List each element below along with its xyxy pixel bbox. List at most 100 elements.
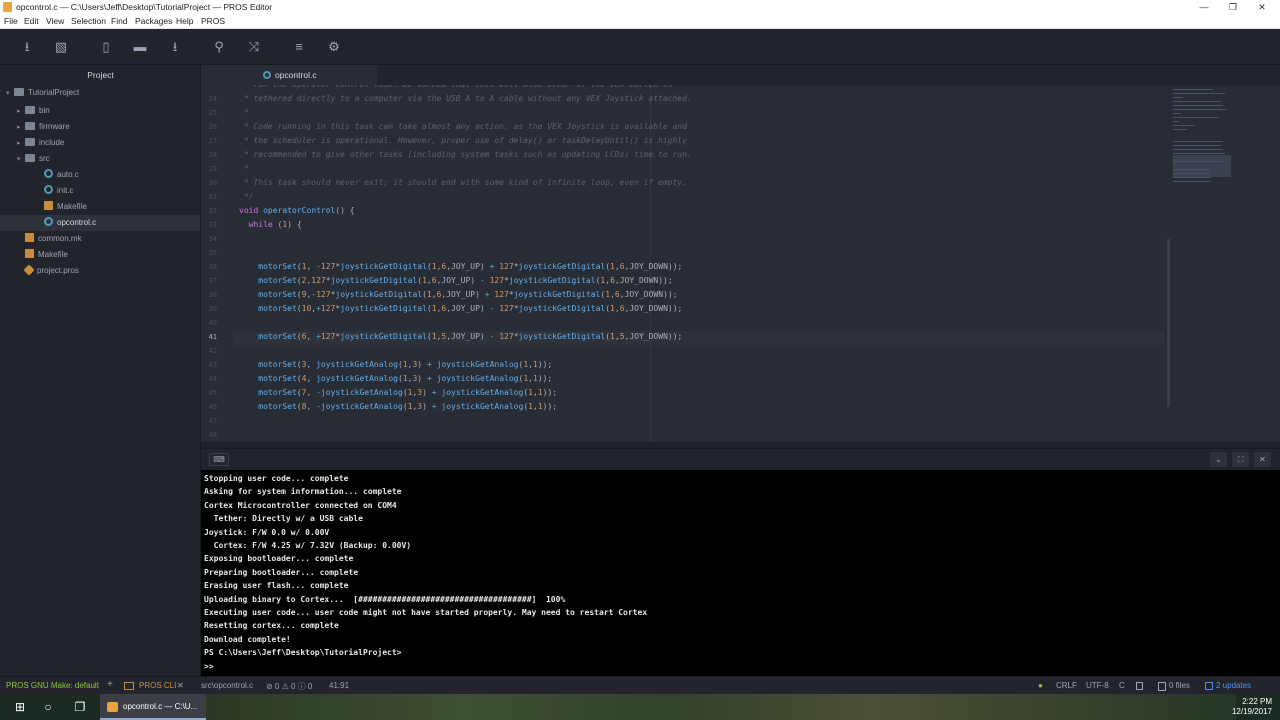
grammar[interactable]: C <box>1119 681 1125 690</box>
editor-scrollbar[interactable] <box>1167 239 1170 407</box>
minimap-line <box>1173 177 1211 178</box>
code-line[interactable]: motorSet(8, -joystickGetAnalog(1,3) + jo… <box>239 402 557 411</box>
encoding[interactable]: UTF-8 <box>1086 681 1109 690</box>
task-view-icon[interactable]: ❐ <box>72 699 88 715</box>
code-line[interactable]: */ <box>239 192 254 201</box>
code-line[interactable]: while (1) { <box>239 220 302 229</box>
code-line[interactable]: motorSet(10,+127*joystickGetDigital(1,6,… <box>239 304 682 313</box>
code-line[interactable]: motorSet(6, +127*joystickGetDigital(1,5,… <box>239 332 682 341</box>
search-icon[interactable]: ○ <box>40 699 56 715</box>
keyboard-icon[interactable]: ⌨ <box>209 453 229 466</box>
minimap-line <box>1173 97 1183 98</box>
tree-item[interactable]: project.pros <box>17 263 79 279</box>
code-line[interactable]: * <box>239 108 249 117</box>
line-number: 28 <box>208 151 217 159</box>
tree-item[interactable]: opcontrol.c <box>0 215 200 231</box>
cfile-icon <box>44 169 53 178</box>
updates-count[interactable]: 2 updates <box>1216 681 1251 690</box>
download-icon[interactable]: ⭳ <box>166 38 184 56</box>
list-icon[interactable]: ≡ <box>290 38 308 56</box>
panel-collapse-button[interactable]: ⌄ <box>1210 452 1227 467</box>
search-icon[interactable]: ⚲ <box>210 38 228 56</box>
upload-icon[interactable]: ⭳ <box>18 38 36 56</box>
tree-item[interactable]: Makefile <box>36 199 87 215</box>
code-line[interactable]: motorSet(1, -127*joystickGetDigital(1,6,… <box>239 262 682 271</box>
folder-icon[interactable]: ▬ <box>131 38 149 56</box>
maximize-button[interactable]: ❐ <box>1219 0 1247 15</box>
line-number-gutter: 24 25 26 27 28 29 30 31 32 33 34 35 36 37 38 39 40 41 42 43… <box>201 85 233 442</box>
status-bar: PROS GNU Make: default + PROS CLI ✕ src\… <box>0 676 1280 694</box>
panel-close-button[interactable]: ✕ <box>1254 452 1271 467</box>
code-line[interactable]: motorSet(7, -joystickGetAnalog(1,3) + jo… <box>239 388 557 397</box>
chevron-icon: ▸ <box>17 140 21 147</box>
tree-item[interactable]: ▸ bin <box>17 103 50 119</box>
tree-item-label: project.pros <box>37 266 79 275</box>
line-number: 27 <box>208 137 217 145</box>
issues-count[interactable]: ⊘ 0 ⚠ 0 ⓘ 0 <box>266 681 312 692</box>
close-button[interactable]: ✕ <box>1248 0 1276 15</box>
make-status[interactable]: PROS GNU Make: default <box>6 681 99 690</box>
tree-item[interactable]: init.c <box>36 183 73 199</box>
tree-item[interactable]: ▾ src <box>17 151 50 167</box>
repo-icon <box>14 88 24 96</box>
code-line[interactable]: void operatorControl() { <box>239 206 355 215</box>
shuffle-icon[interactable]: ⤨ <box>245 38 263 56</box>
line-number: 29 <box>208 165 217 173</box>
status-dot-icon: ● <box>1038 681 1043 690</box>
menu-pros[interactable]: PROS <box>201 16 225 26</box>
tree-item[interactable]: common.mk <box>17 231 82 247</box>
close-terminal-button[interactable]: ✕ <box>177 681 184 690</box>
minimap[interactable] <box>1169 85 1239 195</box>
menu-file[interactable]: File <box>4 16 18 26</box>
file-icon <box>1158 682 1166 691</box>
pros-cli-tab[interactable]: PROS CLI <box>139 681 176 690</box>
code-line[interactable]: * tethered directly to a computer via th… <box>239 94 692 103</box>
chevron-icon: ▸ <box>17 108 21 115</box>
menu-view[interactable]: View <box>46 16 64 26</box>
menu-selection[interactable]: Selection <box>71 16 106 26</box>
tree-item[interactable]: auto.c <box>36 167 79 183</box>
minimap-line <box>1173 125 1195 126</box>
minimize-button[interactable]: — <box>1190 0 1218 15</box>
menu-packages[interactable]: Packages <box>135 16 172 26</box>
tree-item[interactable]: ▸ include <box>17 135 64 151</box>
tree-item[interactable]: ▸ firmware <box>17 119 70 135</box>
folder-icon <box>25 106 35 114</box>
code-line[interactable]: * run the operator control task. Be warn… <box>239 85 673 89</box>
code-line[interactable]: * This task should never exit; it should… <box>239 178 687 187</box>
code-line[interactable]: motorSet(9,-127*joystickGetDigital(1,6,J… <box>239 290 677 299</box>
make-icon <box>44 201 53 210</box>
tree-item[interactable]: Makefile <box>17 247 68 263</box>
chevron-icon: ▸ <box>17 124 21 131</box>
code-line[interactable]: * the scheduler is operational. However,… <box>239 136 687 145</box>
tree-item[interactable]: ▾ TutorialProject <box>6 85 79 101</box>
menu-find[interactable]: Find <box>111 16 128 26</box>
code-line[interactable]: motorSet(4, joystickGetAnalog(1,3) + joy… <box>239 374 552 383</box>
code-line[interactable]: * <box>239 164 249 173</box>
clock[interactable]: 2:22 PM 12/19/2017 <box>1232 697 1272 717</box>
minimap-line <box>1173 89 1213 90</box>
new-terminal-button[interactable]: + <box>107 679 113 690</box>
line-ending[interactable]: CRLF <box>1056 681 1077 690</box>
files-count[interactable]: 0 files <box>1169 681 1190 690</box>
tab-opcontrol[interactable]: opcontrol.c <box>201 65 377 85</box>
code-line[interactable]: * Code running in this task can take alm… <box>239 122 687 131</box>
cursor-position[interactable]: 41:91 <box>329 681 349 690</box>
taskbar-pros-editor[interactable]: opcontrol.c — C:\U... <box>100 694 206 720</box>
image-icon[interactable]: ▧ <box>52 38 70 56</box>
code-editor[interactable]: 24 25 26 27 28 29 30 31 32 33 34 35 36 37 38 39 40 41 42 43… <box>201 85 1280 442</box>
panel-maximize-button[interactable]: ⛶ <box>1232 452 1249 467</box>
menu-edit[interactable]: Edit <box>24 16 39 26</box>
tree-item-label: include <box>39 138 65 147</box>
terminal-output[interactable]: Stopping user code... complete Asking for… <box>201 470 1280 676</box>
file-path[interactable]: src\opcontrol.c <box>201 681 253 690</box>
line-number: 44 <box>208 375 217 383</box>
code-line[interactable]: motorSet(3, joystickGetAnalog(1,3) + joy… <box>239 360 552 369</box>
menu-help[interactable]: Help <box>176 16 193 26</box>
gear-icon[interactable]: ⚙ <box>325 38 343 56</box>
new-file-icon[interactable]: ▯ <box>97 38 115 56</box>
code-line[interactable]: motorSet(2,127*joystickGetDigital(1,6,JO… <box>239 276 672 285</box>
code-line[interactable]: * recommended to give other tasks (inclu… <box>239 150 692 159</box>
tree-item-label: opcontrol.c <box>57 218 97 227</box>
start-icon[interactable]: ⊞ <box>12 699 28 715</box>
